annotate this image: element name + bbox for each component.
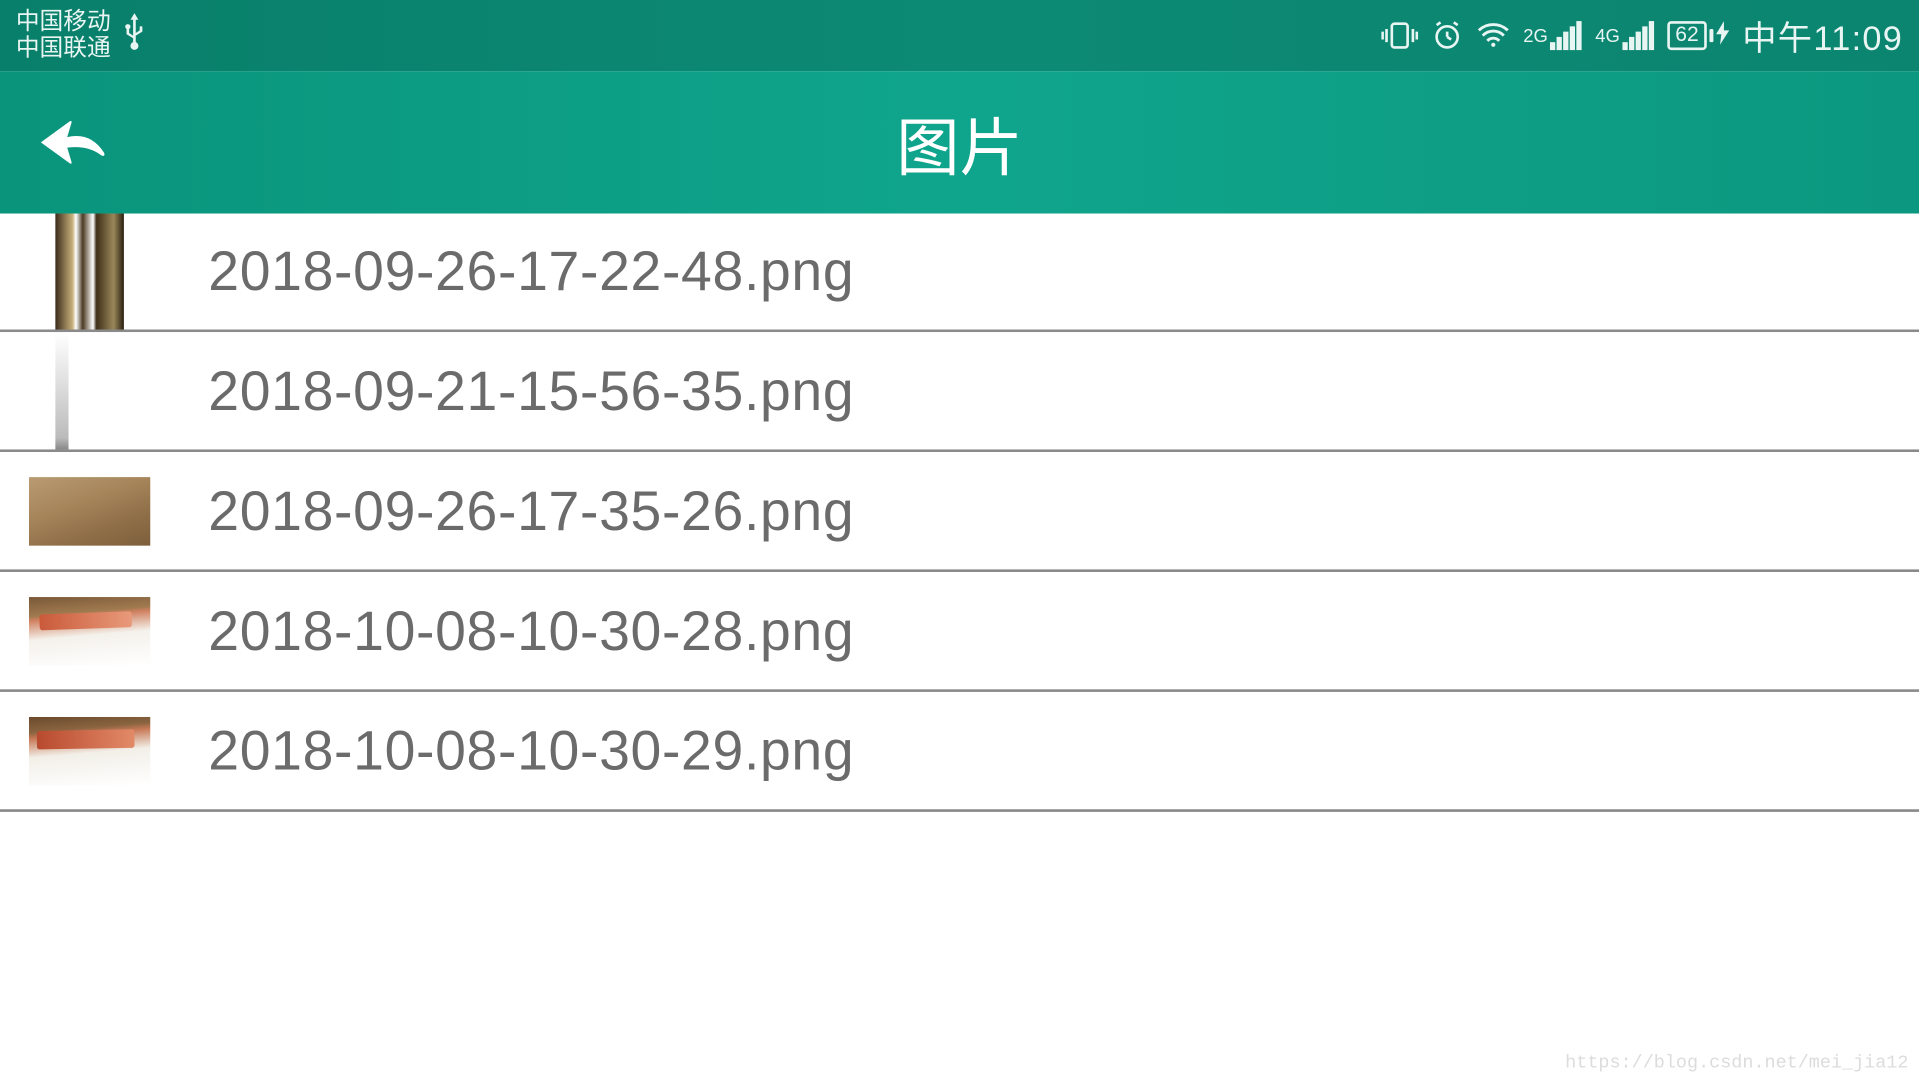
battery-pct: 62: [1667, 21, 1706, 50]
alarm-icon: [1431, 20, 1463, 52]
thumbnail: [55, 333, 68, 449]
charging-icon: [1716, 20, 1729, 50]
list-item[interactable]: 2018-09-26-17-22-48.png: [0, 214, 1919, 333]
file-list[interactable]: 2018-09-26-17-22-48.png 2018-09-21-15-56…: [0, 214, 1919, 812]
vibrate-icon: [1381, 21, 1418, 50]
carrier-2: 中国联通: [16, 36, 111, 62]
page-title: 图片: [0, 96, 1919, 188]
list-item[interactable]: 2018-09-21-15-56-35.png: [0, 332, 1919, 452]
clock: 中午11:09: [1742, 11, 1903, 60]
status-right: 2G 4G 62 中午11:09: [1381, 11, 1903, 60]
signal-2g: 2G: [1523, 21, 1582, 50]
battery-indicator: 62: [1667, 20, 1729, 50]
wifi-icon: [1476, 22, 1510, 48]
file-name: 2018-09-26-17-22-48.png: [208, 240, 854, 303]
back-button[interactable]: [0, 71, 145, 213]
watermark: https://blog.csdn.net/mei_jia12: [1565, 1053, 1908, 1074]
status-left: 中国移动 中国联通: [16, 9, 145, 61]
file-name: 2018-09-21-15-56-35.png: [208, 359, 854, 422]
file-name: 2018-10-08-10-30-29.png: [208, 719, 854, 782]
usb-icon: [124, 13, 145, 58]
signal-4g: 4G: [1595, 21, 1654, 50]
app-header: 图片: [0, 71, 1919, 213]
file-name: 2018-09-26-17-35-26.png: [208, 479, 854, 542]
thumbnail: [29, 716, 150, 785]
list-item[interactable]: 2018-09-26-17-35-26.png: [0, 452, 1919, 572]
list-item[interactable]: 2018-10-08-10-30-28.png: [0, 572, 1919, 692]
back-arrow-icon: [36, 113, 110, 171]
carrier-1: 中国移动: [16, 9, 111, 35]
status-bar: 中国移动 中国联通 2G 4G 62: [0, 0, 1919, 71]
list-item[interactable]: 2018-10-08-10-30-29.png: [0, 692, 1919, 812]
carrier-labels: 中国移动 中国联通: [16, 9, 111, 61]
thumbnail: [55, 214, 124, 330]
file-name: 2018-10-08-10-30-28.png: [208, 599, 854, 662]
thumbnail: [29, 476, 150, 545]
thumbnail: [29, 596, 150, 665]
